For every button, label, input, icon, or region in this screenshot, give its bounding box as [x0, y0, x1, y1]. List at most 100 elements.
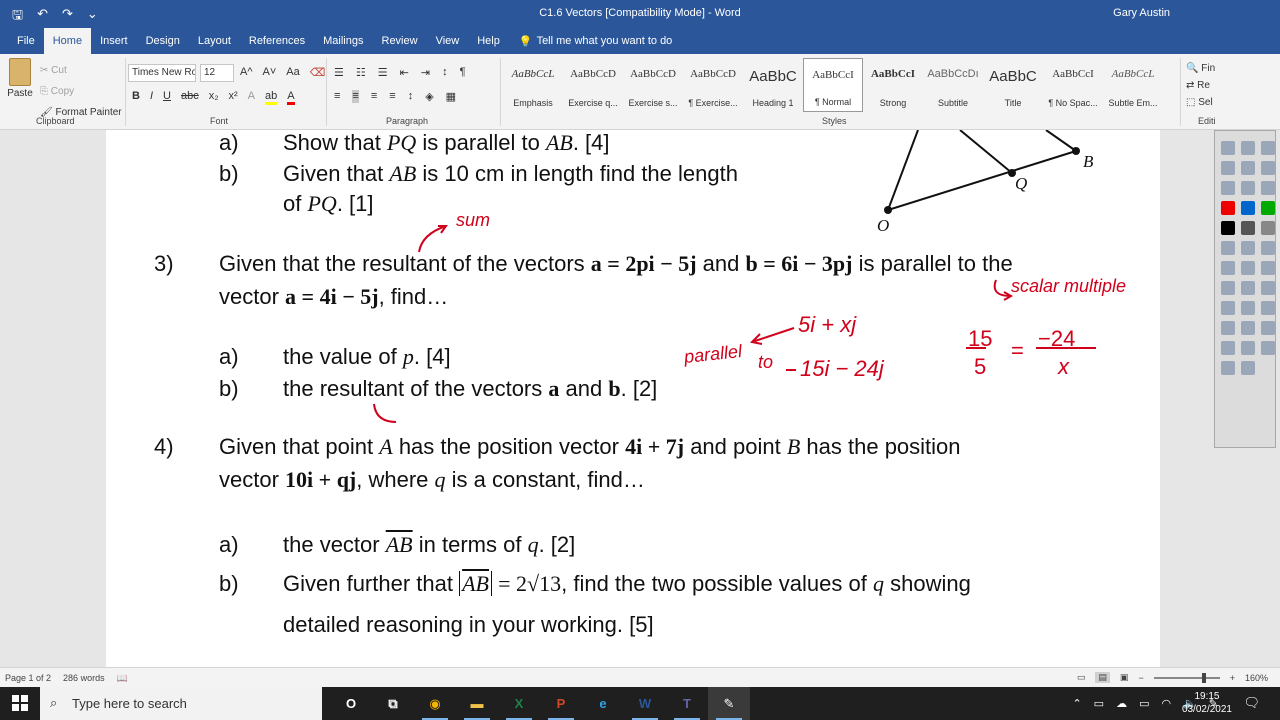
pointer-icon[interactable] — [1221, 141, 1235, 155]
globe-icon[interactable] — [1261, 181, 1275, 195]
decrease-indent-icon[interactable]: ⇤ — [400, 66, 409, 79]
style-no-spacing[interactable]: AaBbCcI ¶ No Spac... — [1043, 58, 1103, 112]
highlight-icon[interactable]: ab — [265, 90, 278, 105]
tab-help[interactable]: Help — [468, 28, 509, 54]
text-icon[interactable] — [1221, 321, 1235, 335]
teams-icon[interactable]: T — [666, 687, 708, 720]
page-count[interactable]: Page 1 of 2 — [5, 673, 51, 684]
windows-start-icon[interactable] — [12, 695, 28, 711]
align-right-icon[interactable]: ≡ — [371, 90, 377, 103]
wifi-icon[interactable]: ◠ — [1161, 697, 1171, 710]
word-count[interactable]: 286 words — [63, 673, 105, 684]
highlighter-icon[interactable] — [1261, 281, 1275, 295]
clear-icon[interactable] — [1241, 361, 1255, 375]
cortana-icon[interactable]: O — [330, 687, 372, 720]
tray-chevron-icon[interactable]: ⌃ — [1072, 697, 1081, 710]
image-icon[interactable] — [1261, 161, 1275, 175]
stamp-icon[interactable] — [1261, 301, 1275, 315]
zoom-in-button[interactable]: + — [1230, 673, 1235, 683]
justify-icon[interactable]: ≡ — [389, 90, 395, 103]
screen-icon[interactable] — [1221, 161, 1235, 175]
arrow-icon[interactable] — [1261, 221, 1275, 235]
word-icon[interactable]: W — [624, 687, 666, 720]
battery-icon[interactable]: ▭ — [1139, 697, 1149, 710]
fill-icon[interactable] — [1221, 281, 1235, 295]
underline-button[interactable]: U — [163, 90, 171, 105]
tab-insert[interactable]: Insert — [91, 28, 137, 54]
font-color-icon[interactable]: A — [287, 90, 295, 105]
select-button[interactable]: ⬚ Sel — [1186, 94, 1215, 111]
eraser-icon[interactable] — [1261, 261, 1275, 275]
borders-icon[interactable]: ▦ — [446, 90, 456, 103]
style-emphasis[interactable]: AaBbCcL Emphasis — [503, 58, 563, 112]
document-page[interactable]: a) Show that PQ is parallel to AB. [4] b… — [106, 130, 1160, 667]
tab-design[interactable]: Design — [137, 28, 189, 54]
multilevel-icon[interactable]: ☰ — [378, 66, 388, 79]
copy-button[interactable]: ⎘ Copy — [40, 81, 122, 102]
subscript-button[interactable]: x₂ — [209, 90, 219, 105]
zoom-out-button[interactable]: − — [1138, 673, 1143, 683]
style-strong[interactable]: AaBbCcI Strong — [863, 58, 923, 112]
redo-pen-icon[interactable] — [1221, 361, 1235, 375]
list-icon[interactable] — [1241, 321, 1255, 335]
cut-button[interactable]: ✂ Cut — [40, 60, 122, 81]
monitor-icon[interactable] — [1241, 181, 1255, 195]
excel-icon[interactable]: X — [498, 687, 540, 720]
shading-icon[interactable]: ◈ — [425, 90, 433, 103]
align-left-icon[interactable]: ≡ — [334, 90, 340, 103]
grid-icon[interactable] — [1241, 161, 1255, 175]
shrink-font-button[interactable]: A˅ — [263, 66, 277, 79]
tab-references[interactable]: References — [240, 28, 314, 54]
clear-format-icon[interactable]: ⌫ — [310, 66, 326, 79]
paste-button[interactable]: Paste — [6, 58, 34, 99]
align-center-icon[interactable]: ≡ — [352, 90, 359, 103]
scissors-icon[interactable] — [1241, 241, 1255, 255]
minimize-icon[interactable] — [1261, 141, 1275, 155]
style-title[interactable]: AaBbC Title — [983, 58, 1043, 112]
tab-review[interactable]: Review — [373, 28, 427, 54]
pencil-icon[interactable] — [1221, 261, 1235, 275]
style-subtitle[interactable]: AaBbCcDı Subtitle — [923, 58, 983, 112]
pen-app-icon[interactable]: ✎ — [708, 687, 750, 720]
tab-layout[interactable]: Layout — [189, 28, 240, 54]
onedrive-icon[interactable]: ☁ — [1116, 697, 1127, 710]
user-name[interactable]: Gary Austin — [1113, 7, 1170, 19]
color-black-swatch[interactable] — [1221, 221, 1235, 235]
strikethrough-button[interactable]: abc — [181, 90, 199, 105]
read-mode-icon[interactable]: ▭ — [1077, 672, 1086, 683]
pen-icon[interactable] — [1261, 241, 1275, 255]
user-icon[interactable] — [1261, 321, 1275, 335]
change-case-button[interactable]: Aa — [286, 66, 299, 79]
pilcrow-icon[interactable]: ¶ — [460, 66, 466, 79]
bullets-icon[interactable]: ☰ — [334, 66, 344, 79]
grow-font-button[interactable]: A^ — [240, 66, 253, 79]
color-green-swatch[interactable] — [1261, 201, 1275, 215]
italic-button[interactable]: I — [150, 90, 153, 105]
record-icon[interactable] — [1221, 341, 1235, 355]
font-name-box[interactable]: Times New Ro — [128, 64, 196, 82]
proofing-icon[interactable]: 📖 — [117, 673, 128, 684]
tab-mailings[interactable]: Mailings — [314, 28, 372, 54]
window-icon[interactable] — [1241, 141, 1255, 155]
style-subtle-emphasis[interactable]: AaBbCcL Subtle Em... — [1103, 58, 1163, 112]
style-normal[interactable]: AaBbCcI ¶ Normal — [803, 58, 863, 112]
style-exercise-q[interactable]: AaBbCcD Exercise q... — [563, 58, 623, 112]
find-button[interactable]: 🔍 Fin — [1186, 60, 1215, 77]
style-exercise[interactable]: AaBbCcD ¶ Exercise... — [683, 58, 743, 112]
tab-home[interactable]: Home — [43, 28, 92, 54]
tab-view[interactable]: View — [427, 28, 469, 54]
zoom-level[interactable]: 160% — [1245, 673, 1268, 683]
zoom-slider[interactable] — [1153, 672, 1220, 683]
line-spacing-icon[interactable]: ↕ — [408, 90, 414, 103]
chrome-icon[interactable]: ◉ — [414, 687, 456, 720]
tab-file[interactable]: File — [8, 28, 44, 54]
style-exercise-s[interactable]: AaBbCcD Exercise s... — [623, 58, 683, 112]
font-size-box[interactable]: 12 — [200, 64, 234, 82]
text-effects-icon[interactable]: A — [248, 90, 255, 105]
color-blue-swatch[interactable] — [1241, 201, 1255, 215]
marker-icon[interactable] — [1241, 261, 1255, 275]
print-layout-icon[interactable]: ▤ — [1095, 672, 1110, 683]
calendar-icon[interactable] — [1241, 341, 1255, 355]
shapes-icon[interactable] — [1241, 281, 1255, 295]
notification-icon[interactable]: 🗨 — [1243, 695, 1260, 711]
